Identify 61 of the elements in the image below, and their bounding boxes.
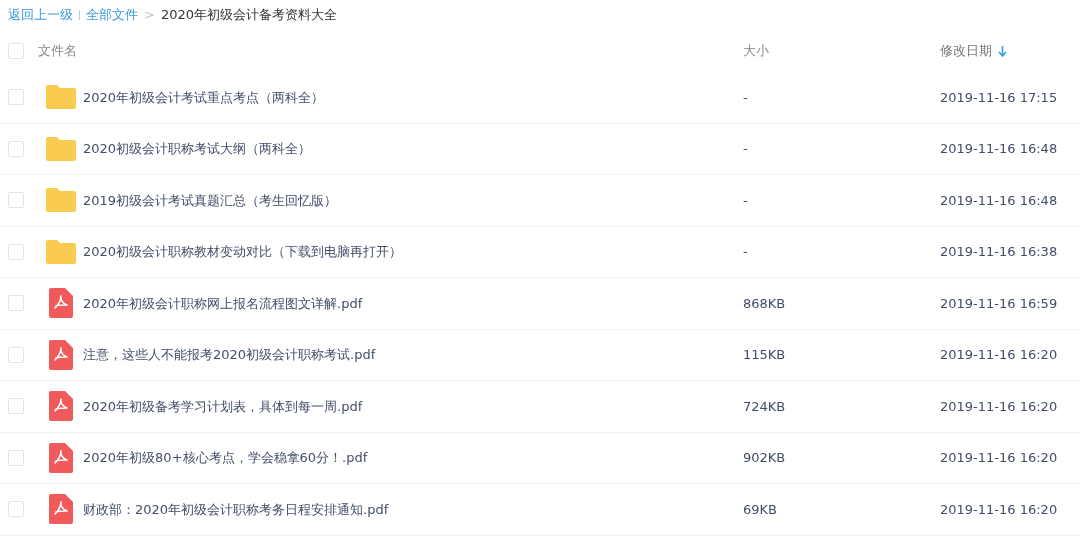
sort-down-arrow-icon[interactable] bbox=[998, 45, 1007, 57]
checkbox[interactable] bbox=[8, 295, 24, 312]
file-row[interactable]: 2019初级会计考试真题汇总（考生回忆版） - 2019-11-16 16:48 bbox=[0, 175, 1080, 227]
column-header[interactable]: 文件名 bbox=[38, 41, 77, 61]
pdf-file-icon bbox=[48, 442, 73, 473]
file-row[interactable]: 注意，这些人不能报考2020初级会计职称考试.pdf 115KB 2019-11-16 16:20 bbox=[0, 329, 1080, 381]
current-folder-title: 2020年初级会计备考资料大全 bbox=[160, 6, 337, 25]
file-row[interactable]: 2020年初级备考学习计划表，具体到每一周.pdf 724KB 2019-11-16 16:20 bbox=[0, 381, 1080, 433]
checkbox[interactable] bbox=[8, 243, 24, 260]
modified-date: 2019-11-16 16:20 bbox=[940, 347, 1058, 362]
folder-icon bbox=[45, 136, 76, 161]
checkbox[interactable] bbox=[8, 501, 24, 518]
file-row[interactable]: 财政部：2020年初级会计职称考务日程安排通知.pdf 69KB 2019-11-16 16:20 bbox=[0, 484, 1080, 536]
file-row[interactable]: 2020初级会计职称考试大纲（两科全） - 2019-11-16 16:48 bbox=[0, 123, 1080, 175]
modified-date: 2019-11-16 16:48 bbox=[940, 141, 1058, 156]
file-name[interactable]: 2020年初级备考学习计划表，具体到每一周.pdf bbox=[83, 398, 363, 414]
folder-icon bbox=[45, 239, 76, 264]
file-name[interactable]: 2020年初级80+核心考点，学会稳拿60分！.pdf bbox=[83, 450, 368, 465]
file-size: - bbox=[743, 141, 748, 156]
modified-date: 2019-11-16 16:20 bbox=[940, 501, 1058, 517]
file-row[interactable]: 2020年初级80+核心考点，学会稳拿60分！.pdf 902KB 2019-11-16 16:20 bbox=[0, 432, 1080, 484]
pdf-file-icon bbox=[48, 339, 73, 370]
file-name[interactable]: 2020初级会计职称教材变动对比（下载到电脑再打开） bbox=[83, 244, 403, 259]
breadcrumb-separator: > bbox=[144, 6, 155, 25]
column-header[interactable]: 大小 bbox=[743, 41, 769, 61]
modified-date: 2019-11-16 17:15 bbox=[940, 89, 1058, 105]
column-header[interactable]: 修改日期 bbox=[940, 41, 992, 61]
folder-icon bbox=[45, 188, 76, 213]
checkbox[interactable] bbox=[8, 140, 24, 157]
file-size: 69KB bbox=[743, 501, 777, 517]
file-size: - bbox=[743, 192, 748, 208]
file-name[interactable]: 注意，这些人不能报考2020初级会计职称考试.pdf bbox=[83, 347, 376, 362]
checkbox[interactable] bbox=[8, 346, 24, 363]
file-row[interactable]: 2020初级会计职称教材变动对比（下载到电脑再打开） - 2019-11-16 16:38 bbox=[0, 226, 1080, 278]
file-row[interactable]: 2020年初级会计职称网上报名流程图文详解.pdf 868KB 2019-11-16 16:59 bbox=[0, 278, 1080, 330]
checkbox[interactable] bbox=[8, 89, 24, 106]
checkbox[interactable] bbox=[8, 398, 24, 415]
checkbox[interactable] bbox=[8, 449, 24, 466]
modified-date: 2019-11-16 16:48 bbox=[940, 192, 1058, 208]
folder-icon bbox=[45, 85, 76, 110]
file-size: 115KB bbox=[743, 347, 786, 362]
file-size: 868KB bbox=[743, 295, 786, 311]
file-name[interactable]: 2019初级会计考试真题汇总（考生回忆版） bbox=[83, 192, 338, 208]
file-size: 724KB bbox=[743, 398, 786, 414]
pdf-file-icon bbox=[48, 494, 73, 525]
file-name[interactable]: 财政部：2020年初级会计职称考务日程安排通知.pdf bbox=[83, 501, 389, 517]
modified-date: 2019-11-16 16:59 bbox=[940, 295, 1058, 311]
checkbox[interactable] bbox=[8, 43, 24, 59]
modified-date: 2019-11-16 16:38 bbox=[940, 244, 1058, 259]
file-name[interactable]: 2020年初级会计考试重点考点（两科全） bbox=[83, 89, 325, 105]
file-name[interactable]: 2020初级会计职称考试大纲（两科全） bbox=[83, 141, 312, 156]
checkbox[interactable] bbox=[8, 192, 24, 209]
file-name[interactable]: 2020年初级会计职称网上报名流程图文详解.pdf bbox=[83, 295, 363, 311]
pdf-file-icon bbox=[48, 391, 73, 422]
pdf-file-icon bbox=[48, 288, 73, 319]
modified-date: 2019-11-16 16:20 bbox=[940, 398, 1058, 414]
modified-date: 2019-11-16 16:20 bbox=[940, 450, 1058, 465]
file-size: 902KB bbox=[743, 450, 786, 465]
file-row[interactable]: 2020年初级会计考试重点考点（两科全） - 2019-11-16 17:15 bbox=[0, 72, 1080, 124]
file-size: - bbox=[743, 89, 748, 105]
file-size: - bbox=[743, 244, 748, 259]
